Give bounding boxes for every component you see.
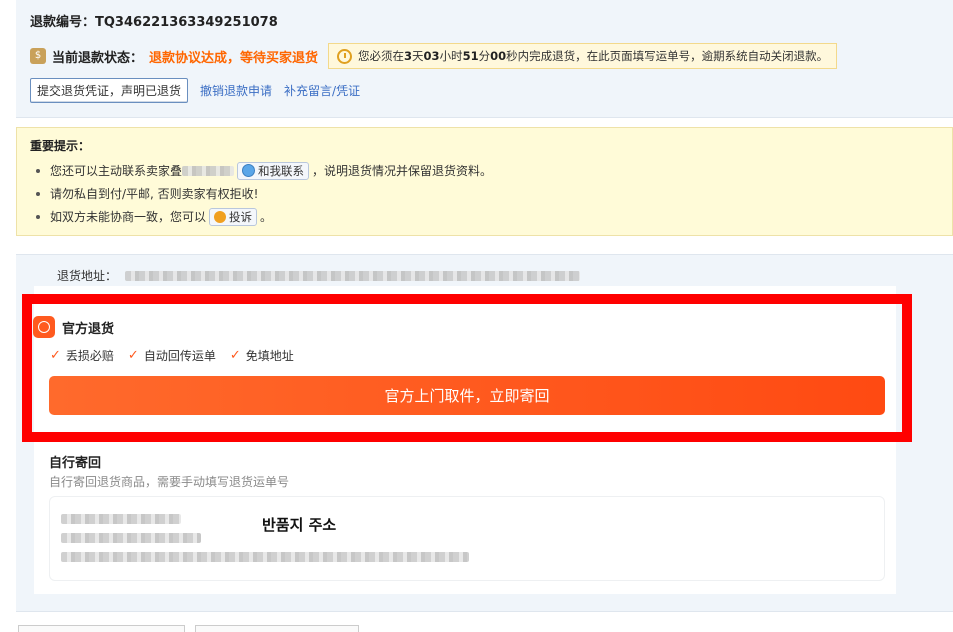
refund-number-row: 退款编号：TQ346221363349251078 xyxy=(30,11,278,30)
chat-face-icon xyxy=(242,164,256,177)
official-pickup-button[interactable]: 官方上门取件，立即寄回 xyxy=(49,376,885,415)
official-features: ✓ 丢损必赔 ✓ 自动回传运单 ✓ 免填地址 xyxy=(50,347,294,364)
notice-item: 请勿私自到付/平邮, 否则卖家有权拒收! xyxy=(36,182,492,205)
notice-item: 如双方未能协商一致，您可以 投诉 。 xyxy=(36,205,492,228)
recipient-address-redacted xyxy=(61,552,469,562)
complain-icon xyxy=(214,210,227,223)
submit-proof-button[interactable]: 提交退货凭证，声明已退货 xyxy=(30,78,189,103)
refund-number-label: 退款编号： xyxy=(30,15,96,30)
feature-item: ✓ 丢损必赔 xyxy=(50,348,114,363)
seller-name-prefix: 叠 xyxy=(170,163,183,178)
notice-title: 重要提示： xyxy=(30,139,91,153)
clock-icon xyxy=(337,48,353,64)
important-notice: 重要提示： 您还可以主动联系卖家叠 和我联系 ，说明退货情况并保留退货资料。 请… xyxy=(16,127,953,236)
status-value: 退款协议达成，等待买家退货 xyxy=(149,50,319,66)
notice-item: 您还可以主动联系卖家叠 和我联系 ，说明退货情况并保留退货资料。 xyxy=(36,159,492,182)
check-icon: ✓ xyxy=(127,348,139,363)
return-address-label: 退货地址： xyxy=(57,269,118,283)
countdown-box: 您必须在3天03小时51分00秒内完成退货，在此页面填写运单号，逾期系统自动关闭… xyxy=(328,43,838,69)
feature-item: ✓ 自动回传运单 xyxy=(127,348,216,363)
official-return-section: 官方退货 xyxy=(33,316,114,338)
address-overlay-label: 반품지 주소 xyxy=(262,516,337,534)
self-return-title: 自行寄回 xyxy=(49,456,102,471)
countdown-text: 您必须在3天03小时51分00秒内完成退货，在此页面填写运单号，逾期系统自动关闭… xyxy=(358,49,829,63)
official-return-title: 官方退货 xyxy=(33,316,114,338)
recipient-name-redacted xyxy=(61,514,181,524)
money-bag-icon: $ xyxy=(30,48,46,64)
check-icon: ✓ xyxy=(229,348,241,363)
return-address-row: 退货地址： xyxy=(57,267,581,284)
official-badge-icon xyxy=(33,316,55,338)
notice-list: 您还可以主动联系卖家叠 和我联系 ，说明退货情况并保留退货资料。 请勿私自到付/… xyxy=(36,159,492,228)
status-label: 当前退款状态： xyxy=(52,50,144,66)
self-return-description: 自行寄回退货商品，需要手动填写退货运单号 xyxy=(49,475,290,489)
contact-seller-button[interactable]: 和我联系 xyxy=(237,161,310,180)
recipient-phone-redacted xyxy=(61,533,201,543)
refund-actions: 提交退货凭证，声明已退货 撤销退款申请 补充留言/凭证 xyxy=(30,78,360,103)
refund-status-row: $ 当前退款状态： 退款协议达成，等待买家退货 您必须在3天03小时51分00秒… xyxy=(30,43,838,69)
refund-number-value: TQ346221363349251078 xyxy=(95,15,278,30)
return-address-card: 반품지 주소 xyxy=(49,496,885,581)
refund-status-box: 退款编号：TQ346221363349251078 $ 当前退款状态： 退款协议… xyxy=(16,0,953,118)
return-address-redacted xyxy=(125,270,581,281)
seller-name-redacted xyxy=(182,165,235,176)
feature-item: ✓ 免填地址 xyxy=(229,348,294,363)
cancel-refund-link[interactable]: 撤销退款申请 xyxy=(200,82,272,99)
complain-button[interactable]: 投诉 xyxy=(209,207,258,226)
supplement-link[interactable]: 补充留言/凭证 xyxy=(284,82,360,99)
check-icon: ✓ xyxy=(50,348,61,363)
